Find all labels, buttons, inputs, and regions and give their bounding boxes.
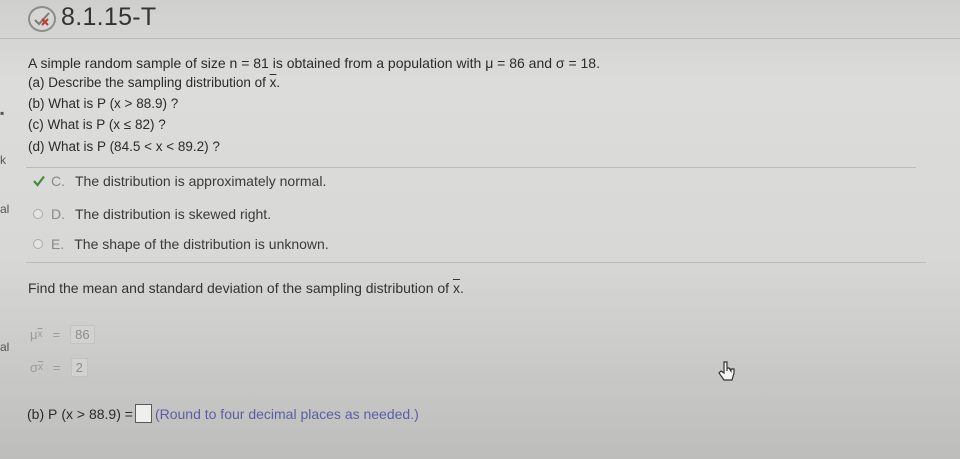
checkmark-icon	[33, 175, 45, 187]
option-text: The shape of the distribution is unknown…	[74, 236, 329, 252]
problem-id: 8.1.15-T	[61, 3, 157, 31]
part-c-expression: (x ≤ 82) ?	[108, 117, 166, 132]
left-edge-mark: k	[0, 153, 6, 167]
option-letter: D.	[51, 206, 65, 222]
part-d-label: (d)	[28, 139, 45, 154]
section-divider	[26, 262, 926, 263]
period: .	[459, 280, 464, 296]
xbar-symbol: x	[452, 280, 460, 296]
answer-label: (b) P	[27, 405, 58, 422]
option-e[interactable]: E. The shape of the distribution is unkn…	[33, 236, 329, 252]
option-c[interactable]: C. The distribution is approximately nor…	[33, 173, 326, 189]
part-c: (c) What is P (x ≤ 82) ?	[28, 117, 166, 132]
part-b-label: (b)	[28, 96, 45, 111]
part-b-text: What is P	[48, 96, 106, 111]
header-divider	[0, 38, 960, 39]
sd-value: 2	[70, 358, 88, 377]
part-c-label: (c)	[28, 117, 44, 132]
find-text: Find the mean and standard deviation of …	[28, 280, 450, 296]
find-instructions: Find the mean and standard deviation of …	[28, 280, 464, 296]
part-b: (b) What is P (x > 88.9) ?	[28, 96, 178, 111]
mu-symbol: μ	[30, 327, 38, 342]
part-d: (d) What is P (84.5 < x < 89.2) ?	[28, 139, 220, 154]
part-b-expression: (x > 88.9) ?	[109, 96, 179, 111]
left-edge-mark: al	[0, 202, 10, 216]
part-a-label: (a)	[28, 75, 45, 90]
radio-icon[interactable]	[33, 239, 43, 249]
option-text: The distribution is approximately normal…	[75, 173, 327, 189]
part-d-expression: (84.5 < x < 89.2) ?	[109, 139, 220, 154]
left-edge-mark: al	[0, 340, 10, 354]
question-intro: A simple random sample of size n = 81 is…	[28, 55, 600, 71]
period: .	[276, 75, 281, 90]
mouse-cursor-icon	[715, 360, 737, 384]
left-edge-mark: ▪	[0, 106, 5, 120]
option-letter: C.	[51, 173, 65, 189]
option-letter: E.	[51, 236, 65, 252]
answer-expression: (x > 88.9) =	[61, 405, 133, 422]
xbar-subscript: x	[37, 329, 43, 340]
answer-input[interactable]	[134, 404, 152, 423]
problem-header: 8.1.15-T	[0, 0, 960, 36]
sigma-symbol: σ	[30, 360, 39, 375]
answer-row: (b) P (x > 88.9) = (Round to four decima…	[27, 404, 419, 423]
part-a-text: Describe the sampling distribution of	[48, 75, 266, 90]
part-c-text: What is P	[47, 117, 106, 132]
sd-result-row: σx = 2	[30, 358, 88, 377]
xbar-subscript: x	[38, 362, 44, 373]
radio-icon[interactable]	[33, 209, 43, 219]
option-d[interactable]: D. The distribution is skewed right.	[33, 206, 271, 222]
mean-value: 86	[70, 325, 95, 344]
part-d-text: What is P	[48, 139, 106, 154]
option-text: The distribution is skewed right.	[75, 206, 272, 222]
rounding-hint: (Round to four decimal places as needed.…	[154, 405, 419, 422]
partial-credit-icon	[28, 6, 56, 32]
equals-sign: =	[52, 327, 61, 342]
section-divider	[26, 167, 916, 168]
mean-result-row: μx = 86	[30, 325, 95, 344]
equals-sign: =	[53, 360, 61, 375]
part-a: (a) Describe the sampling distribution o…	[28, 75, 280, 90]
